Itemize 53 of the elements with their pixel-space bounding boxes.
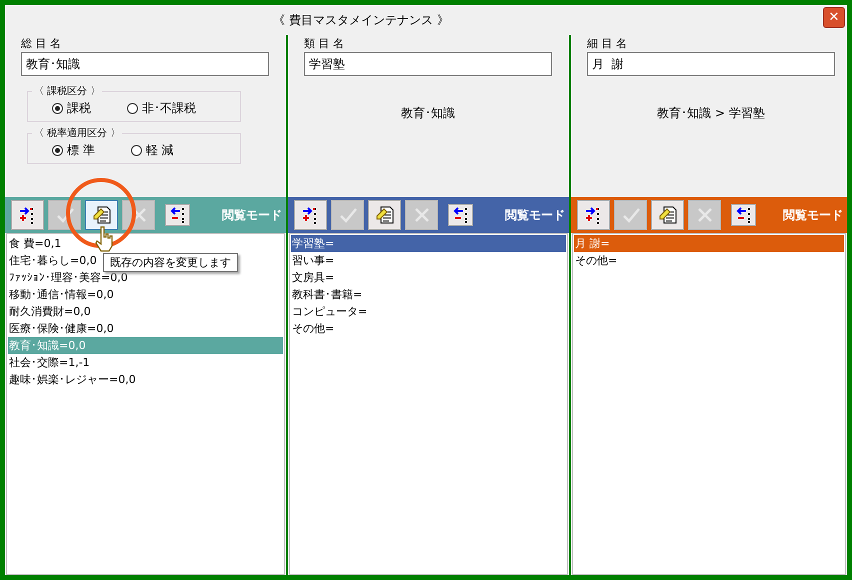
edit-document-icon xyxy=(92,205,112,225)
edit-document-icon xyxy=(658,205,678,225)
remove-button[interactable] xyxy=(165,204,190,226)
check-icon xyxy=(620,206,640,224)
group-title: 〈 税率適用区分 〉 xyxy=(33,126,122,140)
category-path: 教育･知識 > 学習塾 xyxy=(656,105,766,122)
radio-option[interactable]: 軽 減 xyxy=(130,142,174,159)
list-item[interactable]: 月 謝= xyxy=(574,235,844,252)
field-label: 細 目 名 xyxy=(587,37,627,50)
remove-row-icon xyxy=(168,207,186,223)
list-item[interactable]: その他= xyxy=(291,320,566,337)
mode-label: 閲覧モード xyxy=(222,206,282,224)
list-item[interactable]: 文房具= xyxy=(291,269,566,286)
remove-button[interactable] xyxy=(731,204,756,226)
add-button[interactable] xyxy=(294,200,327,230)
list-item[interactable]: ﾌｧｯｼｮﾝ･理容･美容=0,0 xyxy=(8,269,283,286)
radio-option[interactable]: 非･不課税 xyxy=(127,100,196,117)
field-label: 総 目 名 xyxy=(21,37,61,50)
list-item[interactable]: 移動･通信･情報=0,0 xyxy=(8,286,283,303)
edit-button[interactable] xyxy=(651,200,684,230)
list-item[interactable]: 医療･保険･健康=0,0 xyxy=(8,320,283,337)
field-label: 類 目 名 xyxy=(304,37,344,50)
window-title: 《 費目マスタメインテナンス 》 xyxy=(273,12,449,28)
group-title: 〈 課税区分 〉 xyxy=(33,84,102,98)
radio-option[interactable]: 課税 xyxy=(52,100,91,117)
list-item[interactable]: 習い事= xyxy=(291,252,566,269)
list-item[interactable]: 学習塾= xyxy=(291,235,566,252)
remove-row-icon xyxy=(734,207,752,223)
list-item[interactable]: 食 費=0,1 xyxy=(8,235,283,252)
add-button[interactable] xyxy=(11,200,44,230)
close-button[interactable]: ✕ xyxy=(823,7,845,28)
edit-button[interactable] xyxy=(85,200,118,230)
list-item[interactable]: その他= xyxy=(574,252,844,269)
remove-row-icon xyxy=(452,207,470,223)
edit-document-icon xyxy=(374,205,394,225)
name-field[interactable]: 月 謝 xyxy=(587,52,835,76)
name-field[interactable]: 教育･知識 xyxy=(21,52,269,76)
tooltip: 既存の内容を変更します xyxy=(103,253,238,272)
list-item[interactable]: 教科書･書籍= xyxy=(291,286,566,303)
check-icon xyxy=(338,206,358,224)
list-item[interactable]: 趣味･娯楽･レジャー=0,0 xyxy=(8,371,283,388)
name-field[interactable]: 学習塾 xyxy=(304,52,552,76)
check-icon xyxy=(54,206,74,224)
list-item[interactable]: 耐久消費財=0,0 xyxy=(8,303,283,320)
radio-option[interactable]: 標 準 xyxy=(52,142,95,159)
add-button[interactable] xyxy=(577,200,610,230)
category-path: 教育･知識 xyxy=(400,105,456,122)
list-item[interactable]: 社会･交際=1,-1 xyxy=(8,354,283,371)
list-item[interactable]: コンピュータ= xyxy=(291,303,566,320)
mode-label: 閲覧モード xyxy=(505,206,565,224)
remove-button[interactable] xyxy=(448,204,473,226)
mode-label: 閲覧モード xyxy=(783,206,843,224)
edit-button[interactable] xyxy=(368,200,401,230)
